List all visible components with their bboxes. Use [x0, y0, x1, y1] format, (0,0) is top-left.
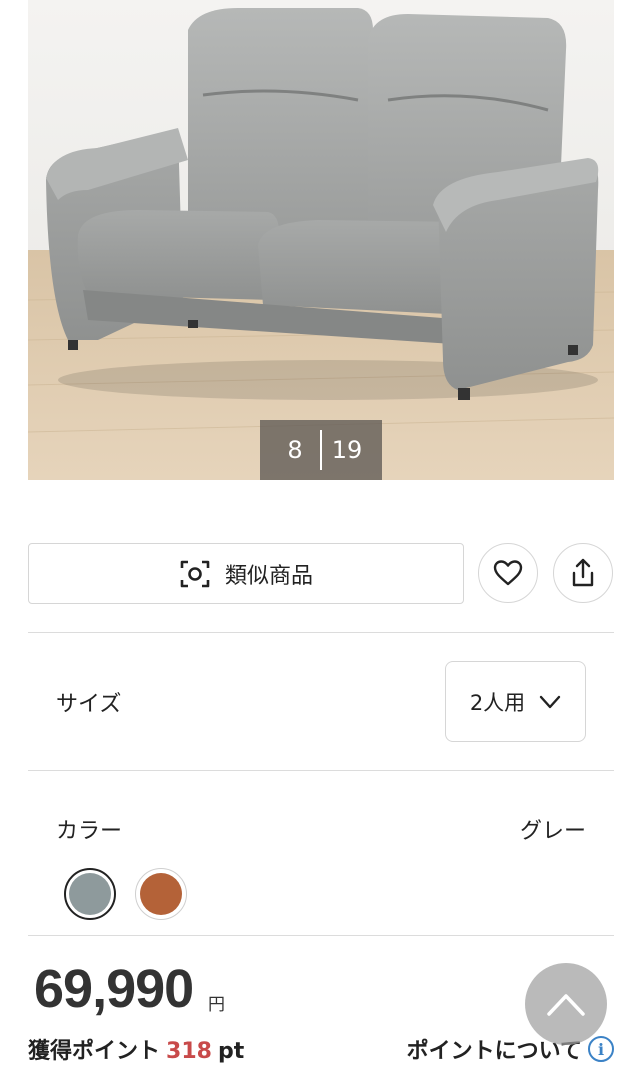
- points-unit: pt: [217, 1039, 245, 1064]
- scroll-to-top-button[interactable]: [525, 963, 607, 1045]
- heart-icon: [493, 560, 523, 586]
- share-button[interactable]: [553, 543, 613, 603]
- similar-products-button[interactable]: 類似商品: [28, 543, 464, 604]
- points-value: 318: [166, 1039, 212, 1064]
- size-select[interactable]: 2人用: [445, 661, 586, 742]
- size-selected-value: 2人用: [469, 690, 526, 715]
- color-label: カラー: [56, 819, 123, 844]
- info-icon: i: [588, 1036, 614, 1062]
- current-image-number: 8: [287, 436, 303, 464]
- price-currency: 円: [208, 995, 225, 1015]
- favorite-button[interactable]: [478, 543, 538, 603]
- scan-icon: [180, 560, 210, 587]
- earned-points: 獲得ポイント 318 pt: [28, 1033, 244, 1065]
- swatch-color-dot: [69, 873, 111, 915]
- similar-products-label: 類似商品: [224, 563, 313, 589]
- sofa-image: [28, 0, 614, 480]
- price-amount: 69,990: [34, 959, 194, 1019]
- swatch-color-dot: [140, 873, 182, 915]
- color-swatch-gray[interactable]: [64, 868, 116, 920]
- size-label: サイズ: [56, 692, 122, 717]
- chevron-down-icon: [539, 695, 561, 708]
- share-icon: [572, 558, 594, 587]
- points-label: 獲得ポイント: [28, 1039, 161, 1064]
- color-swatch-brown[interactable]: [135, 868, 187, 920]
- color-selected-value: グレー: [519, 819, 586, 844]
- image-counter: 8 19: [260, 420, 382, 480]
- total-image-count: 19: [331, 436, 363, 464]
- product-page: 8 19 類似商品 サイズ 2人用 カラー グレー 69,990 円 獲得ポイン…: [0, 0, 642, 1080]
- chevron-up-icon: [547, 994, 585, 1016]
- divider: [28, 770, 614, 771]
- divider: [28, 632, 614, 633]
- product-image-carousel[interactable]: 8 19: [28, 0, 614, 480]
- divider: [28, 935, 614, 936]
